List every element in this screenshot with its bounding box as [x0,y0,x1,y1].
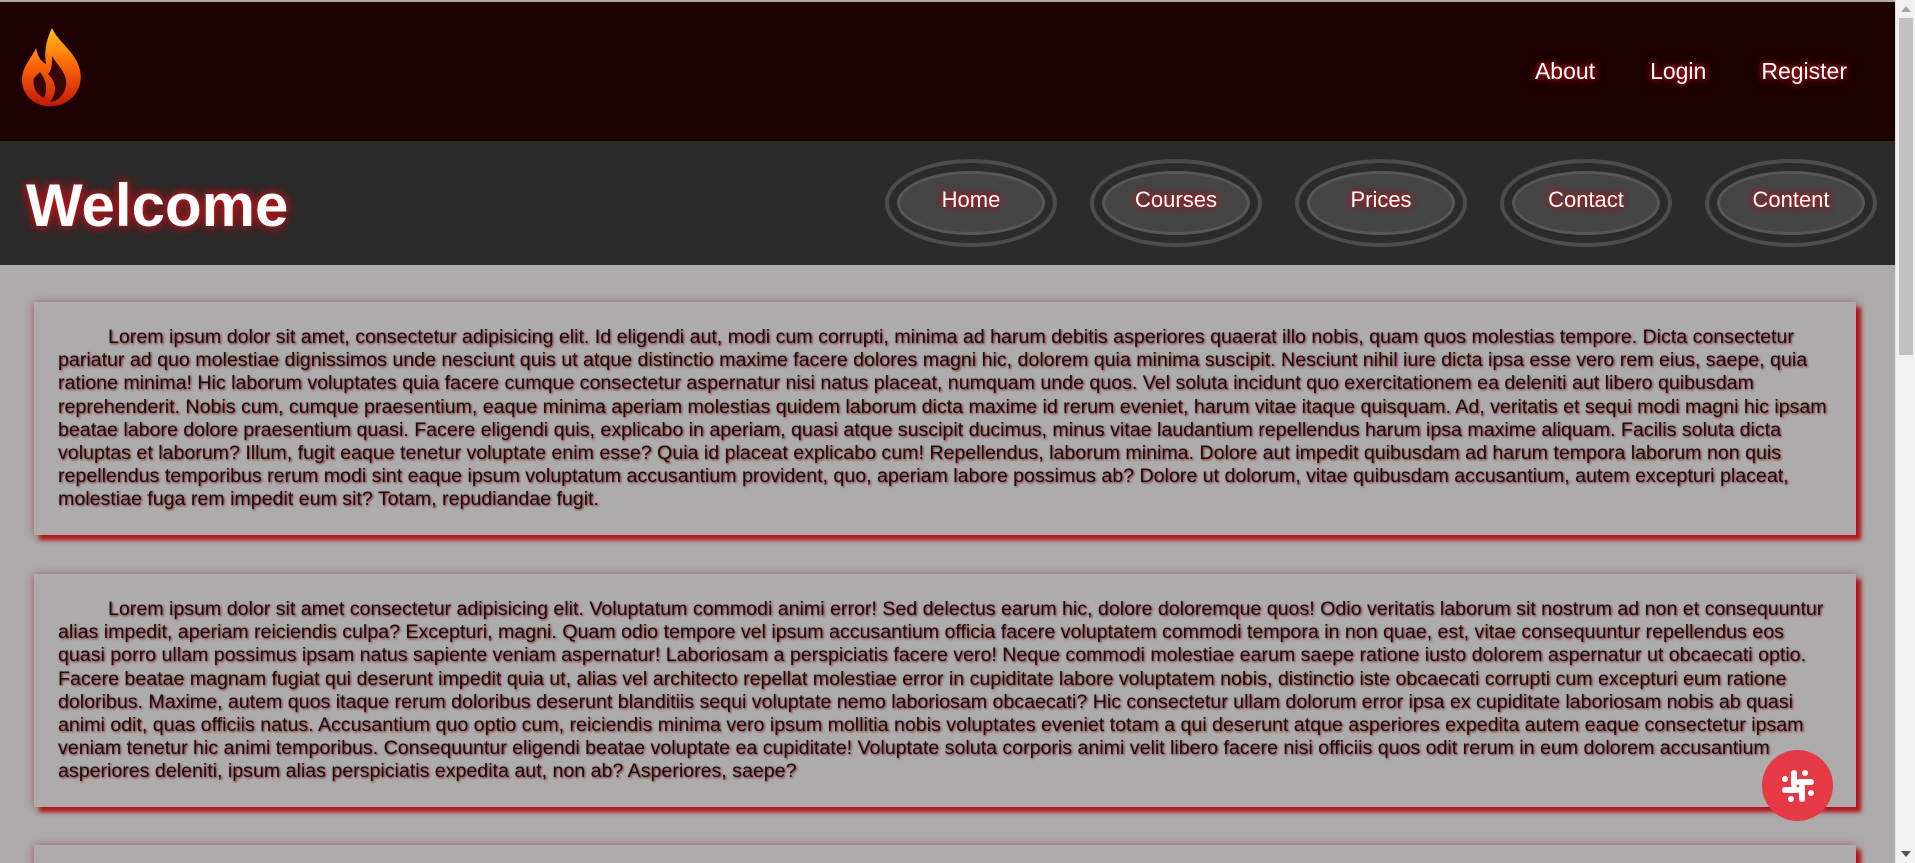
nav-button-label: Contact [1548,187,1624,212]
nav-button-label: Home [941,187,1001,212]
card-paragraph: Lorem ipsum dolor sit amet, consectetur … [58,326,1827,511]
nav-button-contact[interactable]: Contact [1500,159,1672,247]
nav-button-label: Courses [1135,187,1217,212]
nav-button-courses[interactable]: Courses [1090,159,1262,247]
nav-button-home[interactable]: Home [885,159,1057,247]
flame-icon[interactable] [18,26,86,108]
content-card: Lorem ipsum dolor sit amet, consectetur … [34,302,1856,535]
content-card [34,845,1856,863]
slack-chat-button[interactable] [1762,750,1833,821]
page-title: Welcome [26,172,289,239]
login-link[interactable]: Login [1650,58,1706,85]
card-paragraph: Lorem ipsum dolor sit amet consectetur a… [58,598,1824,783]
slack-icon [1781,769,1814,802]
page: About Login Register Welcome Home Course… [0,0,1895,863]
nav-button-label: Content [1752,187,1830,212]
nav-button-label: Prices [1350,187,1412,212]
nav-bar: Welcome Home Courses Prices Contact Cont… [0,141,1895,265]
scroll-up-arrow-icon[interactable] [1901,6,1911,12]
top-header: About Login Register [0,2,1895,141]
top-links: About Login Register [1535,58,1847,85]
scrollbar-thumb[interactable] [1899,18,1913,355]
register-link[interactable]: Register [1761,58,1847,85]
nav-button-prices[interactable]: Prices [1295,159,1467,247]
scroll-down-arrow-icon[interactable] [1901,851,1911,857]
about-link[interactable]: About [1535,58,1595,85]
vertical-scrollbar[interactable] [1895,0,1915,863]
content-card: Lorem ipsum dolor sit amet consectetur a… [34,574,1856,807]
nav-button-content[interactable]: Content [1705,159,1877,247]
